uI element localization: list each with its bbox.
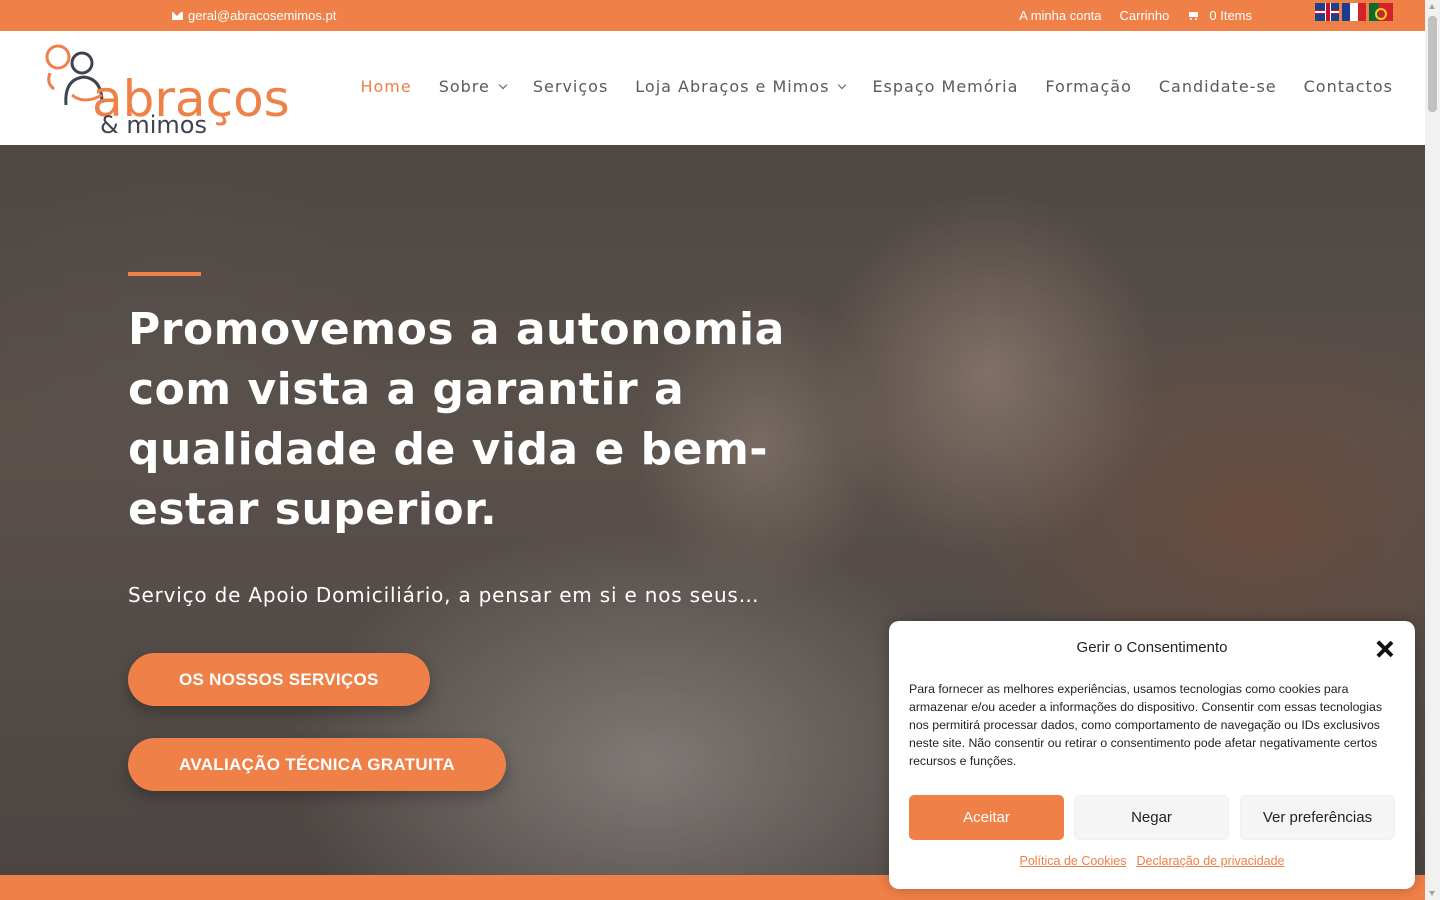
site-header: abraços & mimos Home Sobre Serviços Loja… — [0, 31, 1425, 145]
accept-button[interactable]: Aceitar — [909, 795, 1064, 840]
page-scrollbar[interactable] — [1425, 0, 1440, 900]
nav-item-loja[interactable]: Loja Abraços e Mimos — [635, 77, 847, 96]
chevron-down-icon — [838, 80, 847, 89]
nav-label-formacao[interactable]: Formação — [1045, 77, 1132, 96]
deny-button[interactable]: Negar — [1074, 795, 1229, 840]
my-account-link[interactable]: A minha conta — [1019, 8, 1101, 23]
top-bar: geral@abracosemimos.pt A minha conta Car… — [0, 0, 1425, 31]
email-text[interactable]: geral@abracosemimos.pt — [188, 8, 336, 23]
cart-link[interactable]: Carrinho — [1120, 8, 1170, 23]
nav-item-servicos[interactable]: Serviços — [533, 77, 608, 96]
consent-title: Gerir o Consentimento — [1076, 639, 1228, 656]
abracos-mimos-logo: abraços & mimos — [45, 44, 290, 139]
consent-text: Para fornecer as melhores experiências, … — [909, 682, 1382, 768]
nav-label-sobre[interactable]: Sobre — [439, 77, 490, 96]
nav-label-contactos[interactable]: Contactos — [1304, 77, 1393, 96]
nav-item-candidate-se[interactable]: Candidate-se — [1159, 77, 1277, 96]
hero-title: Promovemos a autonomia com vista a garan… — [128, 304, 785, 535]
french-flag-icon[interactable] — [1342, 3, 1366, 21]
chevron-down-icon — [498, 80, 508, 89]
site-logo[interactable]: abraços & mimos — [44, 43, 329, 139]
cookie-policy-link[interactable]: Política de Cookies — [1019, 854, 1126, 868]
nav-item-espaco-memoria[interactable]: Espaço Memória — [872, 77, 1018, 96]
nav-item-formacao[interactable]: Formação — [1045, 77, 1132, 96]
scroll-down-arrow-icon[interactable] — [1429, 891, 1435, 896]
free-evaluation-button[interactable]: AVALIAÇÃO TÉCNICA GRATUITA — [128, 738, 506, 791]
hero-subtitle: Serviço de Apoio Domiciliário, a pensar … — [128, 583, 760, 607]
nav-item-home[interactable]: Home — [360, 77, 411, 96]
cookie-consent-dialog: Gerir o Consentimento Para fornecer as m… — [889, 621, 1415, 889]
scroll-up-arrow-icon[interactable] — [1429, 4, 1435, 9]
hero-accent-line — [128, 272, 201, 276]
cart-count[interactable]: 0 Items — [1209, 8, 1252, 23]
english-flag-icon[interactable] — [1315, 3, 1339, 21]
cart-items-link[interactable]: 0 Items — [1187, 8, 1252, 23]
language-switcher — [1315, 3, 1393, 21]
nav-label-espaco-memoria[interactable]: Espaço Memória — [872, 77, 1018, 96]
scrollbar-thumb[interactable] — [1428, 16, 1437, 112]
consent-links: Política de Cookies Declaração de privac… — [889, 854, 1415, 868]
portuguese-flag-icon[interactable] — [1369, 3, 1393, 21]
account-links: A minha conta Carrinho 0 Items — [1019, 8, 1252, 23]
nav-label-home[interactable]: Home — [360, 77, 411, 96]
main-navigation: Home Sobre Serviços Loja Abraços e Mimos… — [360, 77, 1393, 96]
our-services-button[interactable]: OS NOSSOS SERVIÇOS — [128, 653, 430, 706]
close-icon[interactable] — [1376, 640, 1394, 658]
nav-label-loja[interactable]: Loja Abraços e Mimos — [635, 77, 829, 96]
nav-item-contactos[interactable]: Contactos — [1304, 77, 1393, 96]
svg-text:& mimos: & mimos — [100, 111, 207, 135]
shopping-cart-icon — [1187, 11, 1199, 21]
envelope-icon — [172, 11, 183, 20]
nav-item-sobre[interactable]: Sobre — [439, 77, 508, 96]
nav-label-candidate-se[interactable]: Candidate-se — [1159, 77, 1277, 96]
nav-label-servicos[interactable]: Serviços — [533, 77, 608, 96]
view-preferences-button[interactable]: Ver preferências — [1240, 795, 1395, 840]
privacy-statement-link[interactable]: Declaração de privacidade — [1137, 854, 1285, 868]
email-link[interactable]: geral@abracosemimos.pt — [172, 8, 336, 23]
